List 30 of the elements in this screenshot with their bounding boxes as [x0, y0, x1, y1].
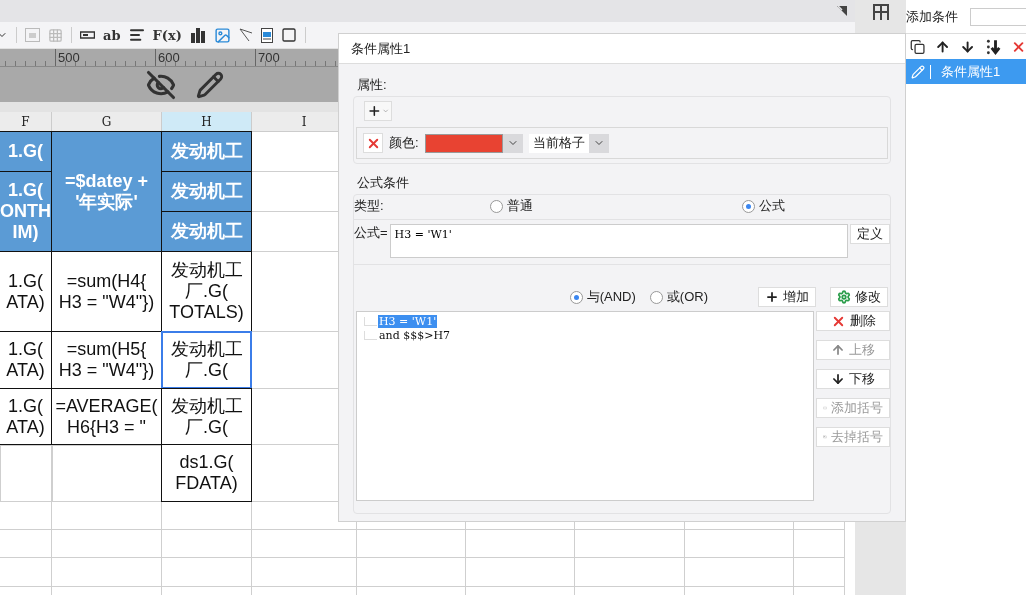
section-label: 公式条件 — [356, 174, 410, 192]
ruler-label: 600 — [155, 49, 255, 66]
radio-option[interactable]: 普通 — [490, 197, 742, 215]
action-button[interactable]: 下移 — [816, 369, 890, 389]
formula-tool[interactable]: F(x) — [152, 27, 182, 43]
radio-option[interactable]: 与(AND) — [569, 288, 636, 306]
add-button[interactable]: 增加 — [758, 287, 816, 307]
condition-name: 条件属性1 — [940, 62, 1001, 81]
scope-dropdown[interactable]: 当前格子 — [528, 133, 609, 153]
formula-label: 公式= — [354, 224, 388, 242]
ruler-label: 500 — [55, 49, 155, 66]
table-cell[interactable]: 发动机工厂.G( — [161, 331, 252, 389]
radio-option[interactable]: 公式 — [742, 197, 785, 215]
column-header[interactable]: H — [162, 112, 252, 132]
column-header[interactable]: G — [52, 112, 162, 132]
action-button[interactable]: 删除 — [816, 311, 890, 331]
column-header[interactable]: F — [0, 112, 52, 132]
add-condition-label: 添加条件 — [906, 7, 958, 26]
formula-field[interactable]: H3 = 'W1' — [389, 224, 848, 258]
color-label: 颜色: — [389, 134, 419, 152]
type-label: 类型: — [354, 197, 385, 215]
condition-item[interactable]: and $$$>H7 — [378, 328, 451, 342]
table-cell[interactable]: ds1.G( FDATA) — [161, 444, 252, 502]
modify-button[interactable]: 修改 — [830, 287, 888, 307]
define-button[interactable]: 定义 — [850, 224, 890, 244]
table-cell[interactable]: 发动机工厂.G( — [161, 388, 252, 445]
text-tool[interactable]: ab — [103, 27, 121, 43]
dialog-title: 条件属性1 — [339, 34, 905, 64]
section-label: 属性: — [356, 76, 388, 94]
radio-option[interactable]: 或(OR) — [649, 288, 708, 306]
